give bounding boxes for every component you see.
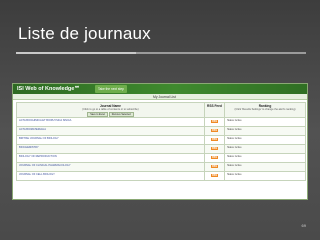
ranking-cell: Status: Active — [224, 135, 306, 145]
rss-icon[interactable]: RSS — [211, 138, 218, 141]
ranking-cell: Status: Active — [224, 153, 306, 163]
journal-title-link[interactable]: ACTA BIOMATERIALIA — [16, 126, 205, 136]
table-row: BRITISH JOURNAL OF BIOLOGY RSS Status: A… — [16, 135, 306, 145]
slide-title: Liste de journaux — [18, 24, 151, 43]
rss-icon[interactable]: RSS — [211, 120, 218, 123]
table-row: ACTA BIOMATERIALIA RSS Status: Active — [16, 126, 306, 136]
slide: Liste de journaux ISI Web of Knowledge℠ … — [0, 0, 320, 240]
table-row: JOURNAL OF CELL BIOLOGY RSS Status: Acti… — [16, 171, 306, 181]
ranking-status: Status: Active — [227, 155, 242, 158]
rss-cell: RSS — [203, 117, 226, 127]
ranking-cell: Status: Active — [224, 162, 306, 172]
journal-title-link[interactable]: BRITISH JOURNAL OF BIOLOGY — [16, 135, 205, 145]
column-journal-name: Journal Name (Click to go to a table of … — [16, 102, 205, 118]
rss-cell: RSS — [203, 135, 226, 145]
journal-title-link[interactable]: JOURNAL OF CLINICAL PHARMACOLOGY — [16, 162, 205, 172]
isi-logo[interactable]: ISI Web of Knowledge℠ — [17, 86, 80, 92]
rss-icon[interactable]: RSS — [211, 174, 218, 177]
ranking-cell: Status: Active — [224, 117, 306, 127]
ranking-cell: Status: Active — [224, 126, 306, 136]
rss-cell: RSS — [203, 171, 226, 181]
rss-cell: RSS — [203, 162, 226, 172]
table-row: BIOLOGY OF REPRODUCTION RSS Status: Acti… — [16, 153, 306, 163]
rss-icon[interactable]: RSS — [211, 156, 218, 159]
column-rss: RSS Feed — [203, 102, 226, 118]
header-tab[interactable]: Take the next step — [95, 85, 127, 93]
journal-title-link[interactable]: BIOCHEMISTRY — [16, 144, 205, 154]
rss-cell: RSS — [203, 144, 226, 154]
slide-number: 69 — [301, 223, 306, 228]
ranking-status: Status: Active — [227, 164, 242, 167]
journal-table: Journal Name (Click to go to a table of … — [16, 102, 306, 181]
site-header: ISI Web of Knowledge℠ Take the next step — [13, 84, 307, 94]
list-subbar: My Journal List — [13, 94, 307, 100]
rss-icon[interactable]: RSS — [211, 147, 218, 150]
journal-list-screenshot: ISI Web of Knowledge℠ Take the next step… — [12, 83, 308, 200]
journal-title-link[interactable]: ACTA BIOCHIMICA ET BIOPHYSICA SINICA — [16, 117, 205, 127]
ranking-status: Status: Active — [227, 146, 242, 149]
column-ranking: Ranking (Click 'Results Settings' to cha… — [224, 102, 306, 118]
rss-icon[interactable]: RSS — [211, 165, 218, 168]
table-row: ACTA BIOCHIMICA ET BIOPHYSICA SINICA RSS… — [16, 117, 306, 127]
column-ranking-hint: (Click 'Results Settings' to change the … — [234, 108, 296, 111]
rss-cell: RSS — [203, 153, 226, 163]
remove-selected-button[interactable]: Remove Selected — [108, 112, 134, 117]
title-divider-accent — [16, 52, 136, 54]
journal-title-link[interactable]: BIOLOGY OF REPRODUCTION — [16, 153, 205, 163]
rss-cell: RSS — [203, 126, 226, 136]
ranking-status: Status: Active — [227, 137, 242, 140]
table-row: BIOCHEMISTRY RSS Status: Active — [16, 144, 306, 154]
ranking-status: Status: Active — [227, 128, 242, 131]
list-title: My Journal List — [153, 95, 176, 99]
journal-title-link[interactable]: JOURNAL OF CELL BIOLOGY — [16, 171, 205, 181]
ranking-status: Status: Active — [227, 119, 242, 122]
save-to-excel-button[interactable]: Save to Excel — [87, 112, 108, 117]
rss-icon[interactable]: RSS — [211, 129, 218, 132]
ranking-cell: Status: Active — [224, 144, 306, 154]
ranking-cell: Status: Active — [224, 171, 306, 181]
table-row: JOURNAL OF CLINICAL PHARMACOLOGY RSS Sta… — [16, 162, 306, 172]
ranking-status: Status: Active — [227, 173, 242, 176]
column-journal-name-hint: (Click to go to a table of contents or t… — [82, 108, 139, 111]
